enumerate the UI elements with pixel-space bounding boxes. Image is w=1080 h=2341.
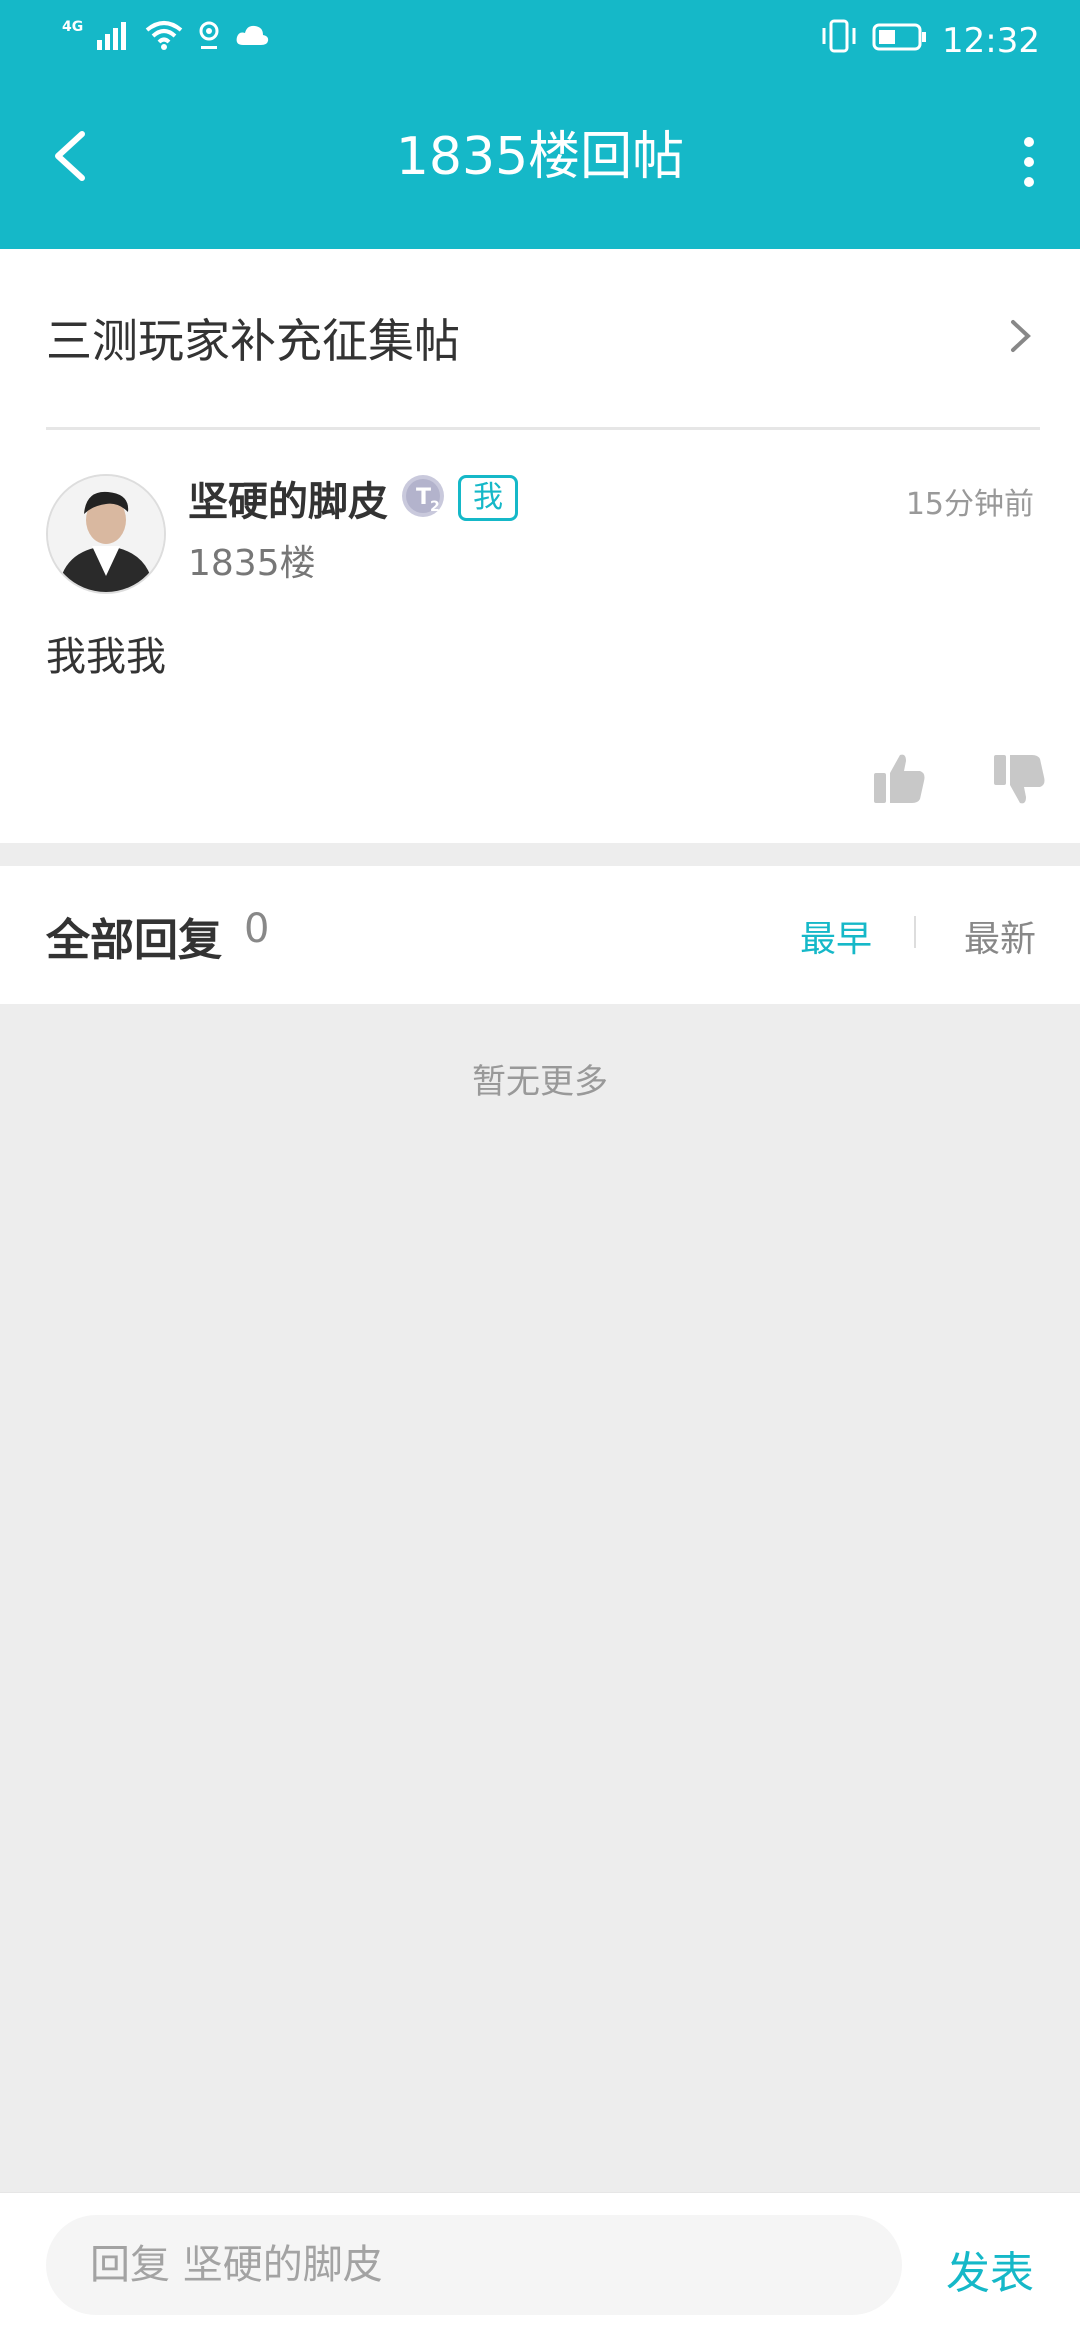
- author-row: 坚硬的脚皮 T 2 我: [188, 469, 518, 527]
- chevron-right-icon: [1000, 316, 1040, 360]
- like-button[interactable]: [870, 749, 930, 809]
- replies-count: 0: [244, 906, 270, 952]
- more-icon-dot: [1024, 157, 1034, 167]
- wifi-icon: [145, 20, 183, 54]
- more-button[interactable]: [1004, 120, 1054, 204]
- dislike-button[interactable]: [990, 749, 1050, 809]
- thread-title: 三测玩家补充征集帖: [46, 314, 460, 368]
- battery-icon: [872, 21, 928, 61]
- status-left: 4G: [62, 19, 269, 54]
- replies-title: 全部回复: [46, 915, 222, 966]
- sort-divider: [914, 916, 916, 948]
- level-badge-icon: T 2: [400, 473, 446, 523]
- app-bar: 1835楼回帖: [0, 80, 1080, 249]
- more-icon-dot: [1024, 177, 1034, 187]
- network-type: 4G: [62, 19, 84, 35]
- send-button[interactable]: 发表: [946, 2237, 1034, 2301]
- status-right: 12:32: [820, 18, 1040, 63]
- svg-text:2: 2: [430, 499, 440, 515]
- vibrate-icon: [820, 18, 858, 63]
- location-icon: [197, 20, 221, 54]
- sort-earliest-tab[interactable]: 最早: [800, 910, 872, 962]
- cloud-icon: [235, 23, 269, 51]
- post-floor: 1835楼: [188, 543, 316, 584]
- more-icon: [1024, 137, 1034, 147]
- author-name[interactable]: 坚硬的脚皮: [188, 469, 388, 527]
- post-card: 三测玩家补充征集帖 坚硬的脚皮 T 2 我 1835楼 15分钟前 我我我: [0, 249, 1080, 843]
- post-content: 我我我: [46, 634, 166, 680]
- empty-state-text: 暂无更多: [472, 1062, 608, 1102]
- avatar[interactable]: [46, 474, 166, 594]
- replies-header: 全部回复 0 最早 最新: [0, 866, 1080, 1004]
- reply-input[interactable]: [46, 2215, 902, 2315]
- sort-newest-tab[interactable]: 最新: [964, 910, 1036, 962]
- page-title: 1835楼回帖: [395, 127, 685, 187]
- thumbs-down-icon: [990, 755, 1050, 813]
- status-time: 12:32: [942, 20, 1040, 61]
- signal-icon: [97, 20, 131, 54]
- post-time: 15分钟前: [905, 487, 1034, 522]
- status-bar: 4G 12:32: [0, 0, 1080, 80]
- top-bar: 4G 12:32 1835楼回帖: [0, 0, 1080, 249]
- me-badge: 我: [458, 475, 518, 521]
- thread-link[interactable]: 三测玩家补充征集帖: [46, 249, 1040, 430]
- reply-composer: 发表: [0, 2192, 1080, 2341]
- svg-text:T: T: [416, 485, 431, 510]
- thumbs-up-icon: [870, 754, 930, 813]
